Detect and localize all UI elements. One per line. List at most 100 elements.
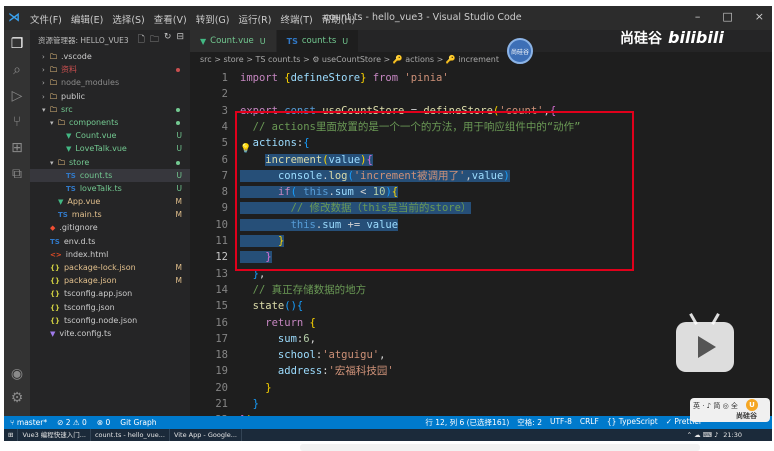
clock: 21:30 (723, 431, 742, 439)
new-file-icon[interactable]: 🗋 (138, 32, 145, 48)
code-line[interactable]: 20 } (190, 380, 772, 396)
minimize-button[interactable]: – (695, 10, 701, 23)
tree-item[interactable]: TS main.ts M (30, 208, 190, 221)
tab-count-ts[interactable]: TS count.ts U (276, 30, 360, 52)
maximize-button[interactable]: □ (722, 10, 732, 23)
bilibili-logo: bilibili (668, 28, 724, 47)
screenshot: ⋊ 文件(F) 编辑(E) 选择(S) 查看(V) 转到(G) 运行(R) 终端(T) 帮助(… (0, 0, 774, 451)
tree-item[interactable]: TS count.ts U (30, 168, 190, 182)
brand-logo-icon: U (746, 399, 758, 411)
tree-item[interactable]: TS env.d.ts (30, 235, 190, 248)
source-control-icon[interactable]: ⑂ (9, 114, 25, 130)
tree-item-label: store (69, 157, 90, 167)
status-item[interactable]: UTF-8 (550, 417, 572, 428)
status-item[interactable]: CRLF (580, 417, 599, 428)
start-icon[interactable]: ⊞ (4, 429, 19, 441)
window-title: count.ts - hello_vue3 - Visual Studio Co… (324, 12, 522, 23)
code-token: { (309, 316, 316, 329)
line-number: 12 (215, 251, 228, 264)
status-item[interactable]: ⊘ 2 ⚠ 0 (57, 418, 87, 427)
code-line[interactable]: 2 (190, 86, 772, 102)
code-line[interactable]: 1 import {defineStore} from 'pinia' (190, 70, 772, 86)
tree-item[interactable]: › 🗀 public (30, 90, 190, 103)
search-icon[interactable]: ⌕ (9, 62, 25, 78)
tree-item[interactable]: › 🗀 node_modules (30, 76, 190, 89)
tree-item-label: tsconfig.json (63, 302, 115, 312)
code-line[interactable]: 14 // 真正存储数据的地方 (190, 282, 772, 298)
tree-item[interactable]: ▼ vite.config.ts (30, 327, 190, 340)
code-line[interactable]: 15 state(){ (190, 298, 772, 314)
bottom-bar (300, 444, 700, 451)
remote-explorer-icon[interactable]: ⧉ (9, 166, 25, 182)
tree-item-label: main.ts (71, 210, 102, 220)
tree-item[interactable]: {} package.json M (30, 274, 190, 287)
red-annotation-box (235, 111, 634, 271)
vue-file-icon: ▼ (200, 36, 207, 46)
code-text: return { (240, 315, 316, 331)
menu-item[interactable]: 文件(F) (30, 12, 62, 26)
taskbar-item[interactable]: Vite App - Google... (170, 429, 242, 441)
new-folder-icon[interactable]: 🗀 (150, 32, 159, 48)
settings-gear-icon[interactable]: ⚙ (9, 390, 25, 406)
tree-item[interactable]: › 🗀 .vscode (30, 50, 190, 63)
tree-item[interactable]: ▼ Count.vue U (30, 129, 190, 142)
tab-label: count.ts (301, 36, 337, 46)
code-text: state(){ (240, 298, 304, 314)
tree-item[interactable]: ▾ 🗀 components (30, 116, 190, 129)
tree-item[interactable]: ▾ 🗀 store (30, 156, 190, 169)
close-button[interactable]: × (755, 10, 764, 23)
menu-item[interactable]: 查看(V) (154, 12, 187, 26)
menu-item[interactable]: 转到(G) (196, 12, 230, 26)
status-item[interactable]: {} TypeScript (607, 417, 658, 428)
tree-item[interactable]: {} tsconfig.json (30, 301, 190, 314)
refresh-icon[interactable]: ↻ (164, 32, 172, 48)
status-item[interactable]: 空格: 2 (517, 417, 542, 428)
lightbulb-icon[interactable]: 💡 (240, 144, 251, 154)
ime-toolbar: 英 · ♪ 简 ◎ 全 (693, 402, 738, 410)
account-icon[interactable]: ◉ (9, 366, 25, 382)
git-status-dot (176, 120, 180, 125)
line-number: 6 (221, 153, 228, 166)
tab-count-vue[interactable]: ▼ Count.vue U (190, 30, 277, 52)
tab-label: Count.vue (210, 36, 254, 46)
line-number: 1 (221, 72, 228, 84)
video-play-icon[interactable] (676, 313, 734, 372)
menu-item[interactable]: 编辑(E) (71, 12, 103, 26)
tree-item[interactable]: {} tsconfig.node.json (30, 314, 190, 327)
tree-item[interactable]: {} tsconfig.app.json (30, 287, 190, 300)
menu-item[interactable]: 终端(T) (280, 12, 312, 26)
status-item[interactable]: ⊗ 0 (97, 418, 110, 427)
code-text: // 真正存储数据的地方 (240, 282, 366, 298)
run-debug-icon[interactable]: ▷ (9, 88, 25, 104)
tree-item[interactable]: {} package-lock.json M (30, 261, 190, 274)
line-number: 15 (215, 300, 228, 313)
line-number: 14 (215, 283, 228, 296)
menu-item[interactable]: 运行(R) (238, 12, 271, 26)
code-line[interactable]: 21 } (190, 396, 772, 412)
tree-item[interactable]: TS loveTalk.ts U (30, 182, 190, 195)
git-status-dot (176, 107, 180, 112)
git-status-badge: U (176, 170, 183, 180)
breadcrumb[interactable]: src > store > TS count.ts > ⚙ useCountSt… (190, 52, 772, 67)
status-item[interactable]: ⑂ master* (10, 418, 47, 427)
tree-item[interactable]: ▾ 🗀 src (30, 103, 190, 116)
menu-item[interactable]: 选择(S) (112, 12, 144, 26)
status-item[interactable]: Git Graph (120, 418, 156, 427)
line-number: 10 (215, 218, 228, 231)
tree-item[interactable]: <> index.html (30, 248, 190, 261)
git-status-badge: M (175, 210, 182, 220)
git-status-dot (176, 160, 180, 165)
tree-item[interactable]: ◆ .gitignore (30, 221, 190, 234)
extensions-icon[interactable]: ⊞ (9, 140, 25, 156)
line-number: 21 (215, 398, 228, 410)
git-status-dot (176, 68, 180, 73)
tree-item[interactable]: ▼ LoveTalk.vue U (30, 142, 190, 155)
status-item[interactable]: 行 12, 列 6 (已选择161) (425, 417, 509, 428)
tree-item[interactable]: › 🗀 资料 (30, 63, 190, 76)
taskbar-item[interactable]: count.ts - hello_vue... (91, 429, 170, 441)
collapse-all-icon[interactable]: ⊟ (176, 32, 184, 48)
taskbar-item[interactable]: Vue3 编程快速入门... (18, 429, 91, 441)
file-tree: › 🗀 .vscode › 🗀 资料 › 🗀 node_modules › 🗀 public ▾ 🗀 src… (30, 50, 190, 340)
tree-item[interactable]: ▼ App.vue M (30, 195, 190, 208)
explorer-icon[interactable]: ❐ (9, 36, 25, 52)
